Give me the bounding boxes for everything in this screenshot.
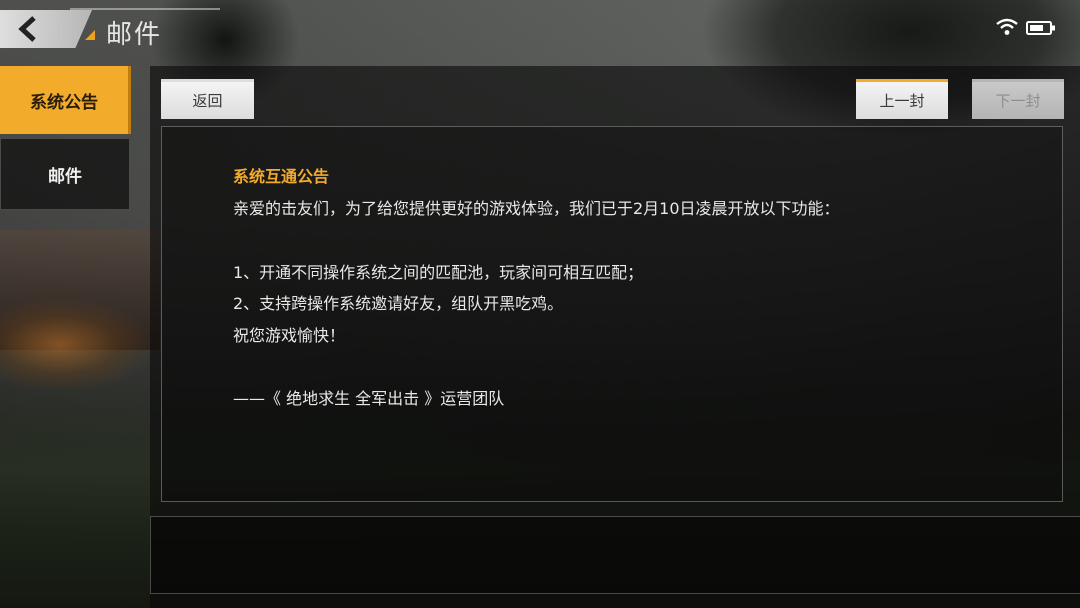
previous-mail-button[interactable]: 上一封	[856, 79, 948, 119]
next-mail-label: 下一封	[995, 92, 1041, 110]
top-bar: 邮件	[0, 0, 1080, 60]
wifi-icon	[996, 18, 1018, 35]
house-silhouette	[0, 230, 160, 350]
attachment-area	[150, 516, 1080, 594]
sidebar: 系统公告 邮件	[0, 66, 131, 210]
status-bar	[996, 18, 1066, 38]
chevron-left-icon	[18, 16, 36, 42]
car-silhouette	[0, 300, 150, 390]
message-line: 亲爱的击友们，为了给您提供更好的游戏体验，我们已于2月10日凌晨开放以下功能：	[233, 199, 840, 218]
content-panel: 返回 上一封 下一封 系统互通公告 亲爱的击友们，为了给您提供更好的游戏体验，我…	[150, 66, 1080, 608]
page-title: 邮件	[106, 20, 163, 50]
return-button[interactable]: 返回	[161, 79, 254, 119]
message-body[interactable]: 系统互通公告 亲爱的击友们，为了给您提供更好的游戏体验，我们已于2月10日凌晨开…	[161, 126, 1063, 502]
return-button-label: 返回	[192, 92, 223, 110]
message-line: 祝您游戏愉快！	[233, 326, 346, 345]
message-signature: ——《 绝地求生 全军出击 》运营团队	[233, 389, 505, 408]
title-accent-mark	[85, 30, 95, 40]
previous-mail-label: 上一封	[879, 92, 925, 110]
sidebar-item-label: 邮件	[48, 166, 82, 187]
sidebar-item-label: 系统公告	[30, 92, 98, 113]
message-line: 1、开通不同操作系统之间的匹配池，玩家间可相互匹配；	[233, 263, 644, 282]
message-line: 2、支持跨操作系统邀请好友，组队开黑吃鸡。	[233, 294, 564, 313]
next-mail-button[interactable]: 下一封	[972, 79, 1064, 119]
message-title: 系统互通公告	[233, 167, 330, 186]
game-mail-screen: 邮件 系统公告 邮件 返回 上一封 下一封 系统互通公告 亲爱的击友们，为了给您…	[0, 0, 1080, 608]
sidebar-item-mail[interactable]: 邮件	[0, 138, 130, 210]
sidebar-item-system-notice[interactable]: 系统公告	[0, 66, 131, 134]
title-wrap: 邮件	[70, 8, 220, 52]
battery-icon	[1026, 21, 1055, 35]
